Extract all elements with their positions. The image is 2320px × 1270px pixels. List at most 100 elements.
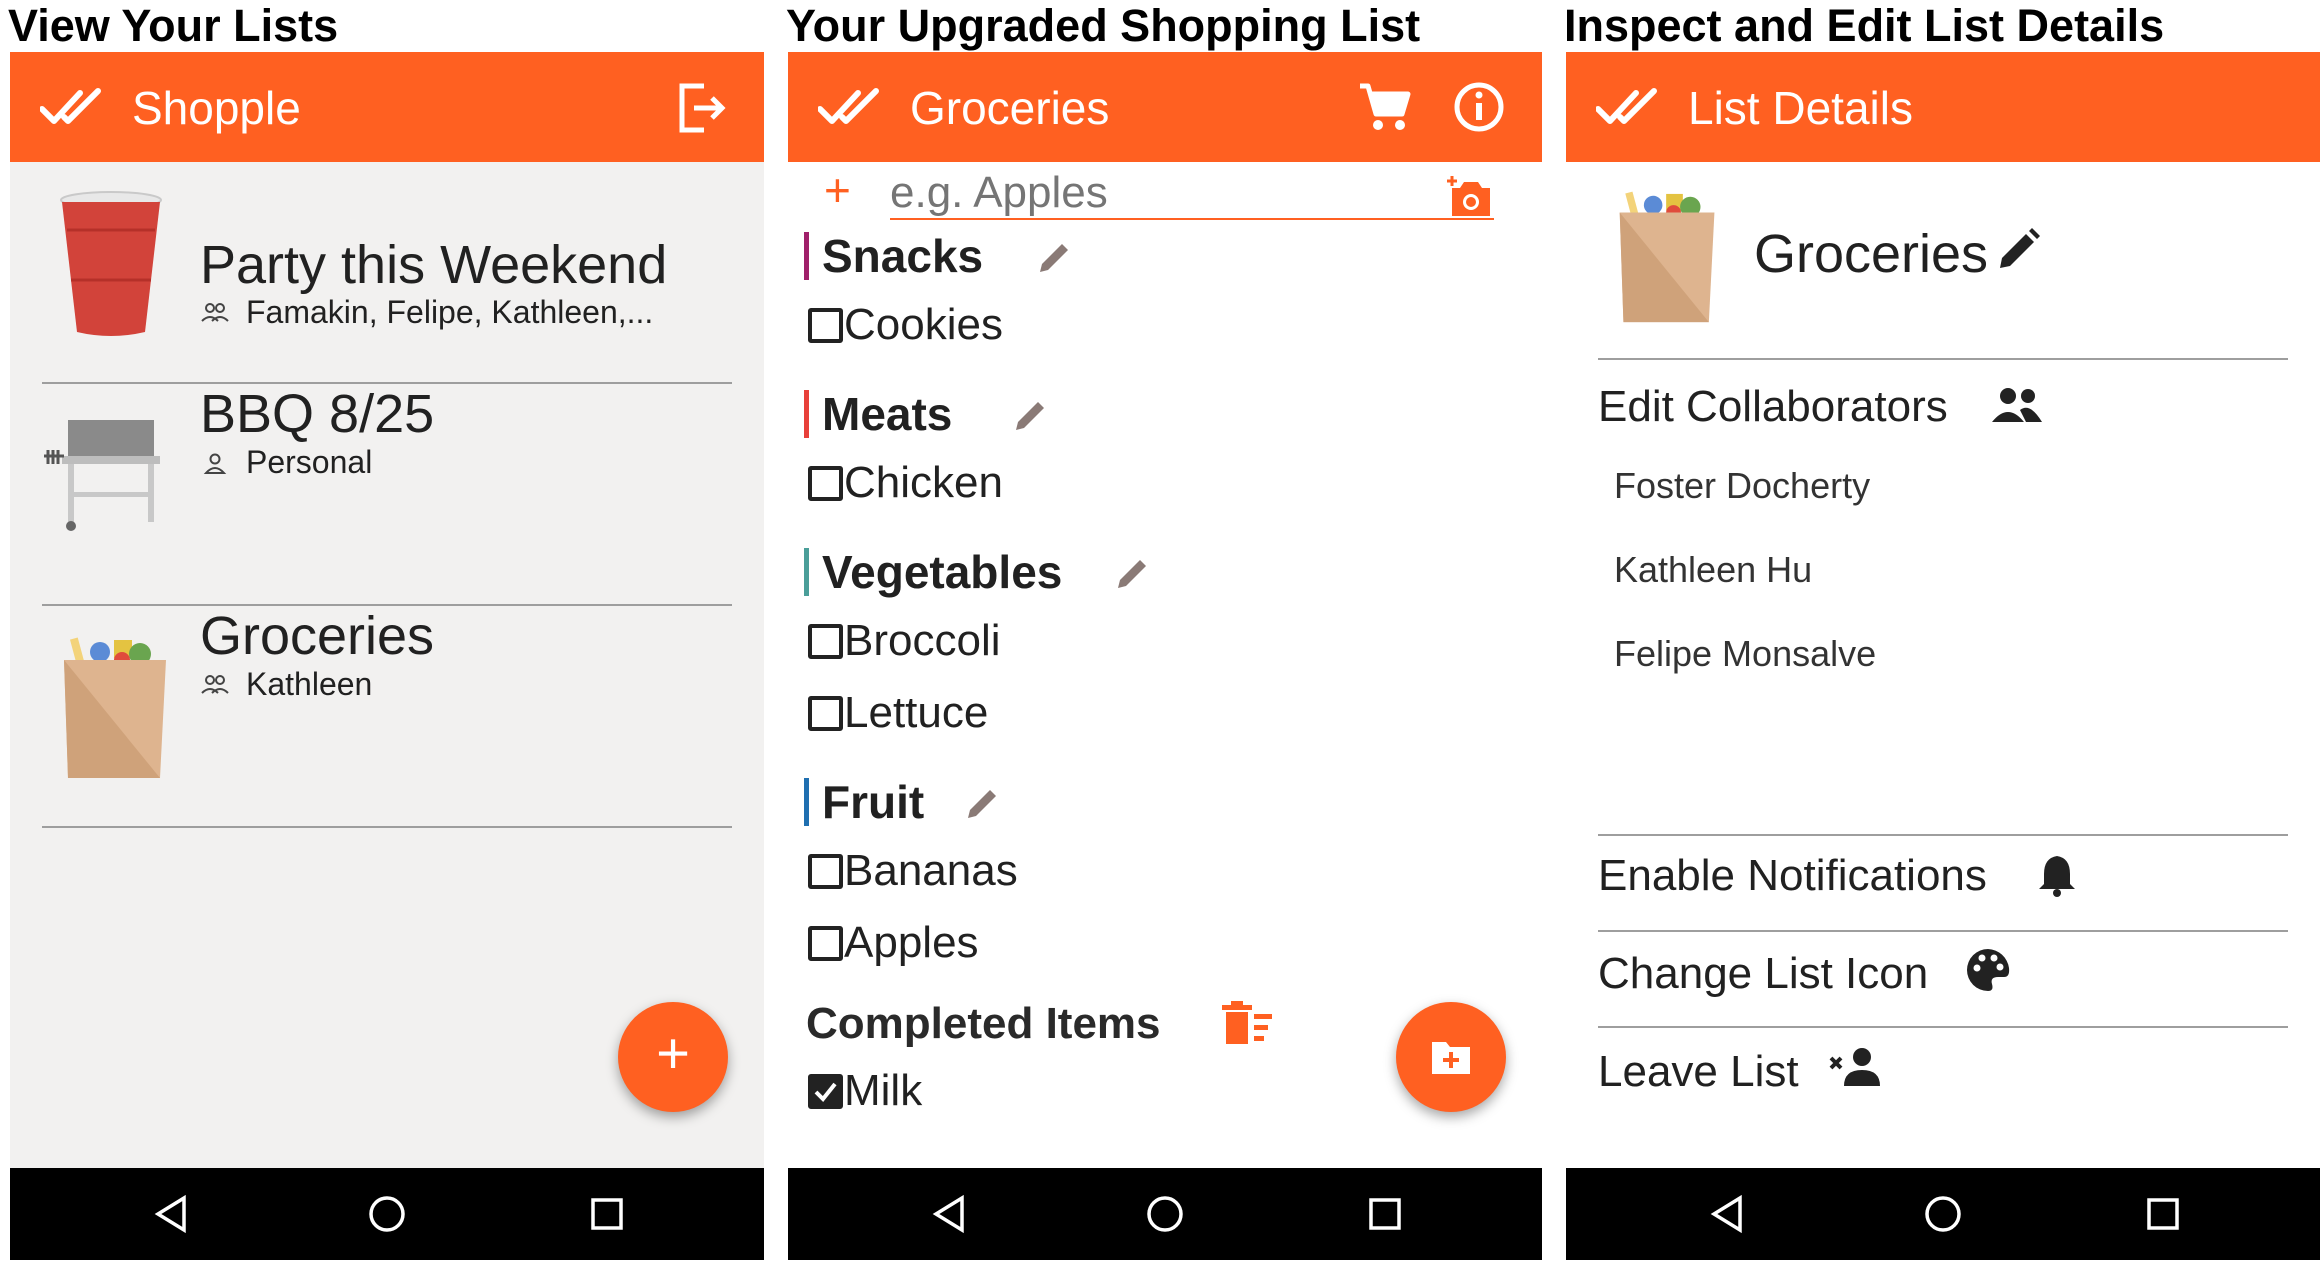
caption-shopping-list: Your Upgraded Shopping List bbox=[786, 0, 1421, 51]
edit-name-pencil-icon[interactable] bbox=[1996, 226, 2042, 272]
app-title: Groceries bbox=[910, 82, 1110, 134]
nav-bar bbox=[788, 1168, 1542, 1260]
screen-shopping-list: Groceries + Snacks Cookies Meats Chicken bbox=[788, 52, 1542, 1260]
group-icon bbox=[201, 303, 229, 322]
list-members: Famakin, Felipe, Kathleen,... bbox=[246, 294, 654, 330]
add-item-input[interactable] bbox=[890, 168, 1494, 220]
app-bar: List Details bbox=[1566, 52, 2320, 162]
add-item-button[interactable]: + bbox=[824, 162, 851, 218]
list-title: BBQ 8/25 bbox=[200, 384, 435, 444]
edit-pencil-icon[interactable] bbox=[964, 784, 1002, 822]
clear-completed-icon[interactable] bbox=[1220, 1000, 1276, 1048]
category-color-bar bbox=[804, 548, 809, 596]
recents-icon[interactable] bbox=[585, 1192, 629, 1236]
double-check-icon bbox=[1596, 88, 1657, 124]
group-icon bbox=[201, 675, 229, 694]
details-body: Groceries Edit Collaborators Foster Doch… bbox=[1566, 162, 2320, 1168]
list-members: Personal bbox=[246, 444, 373, 480]
divider bbox=[1598, 1026, 2288, 1028]
group-edit-icon[interactable] bbox=[1990, 386, 2044, 426]
screen-list-details: List Details Groceries Edit Collaborator… bbox=[1566, 52, 2320, 1260]
red-cup-icon bbox=[60, 191, 162, 336]
add-photo-icon[interactable] bbox=[1446, 174, 1494, 220]
list-item: Broccoli bbox=[844, 616, 1001, 665]
back-icon[interactable] bbox=[1706, 1192, 1750, 1236]
item-checkbox[interactable] bbox=[808, 308, 843, 343]
list-item: Bananas bbox=[844, 846, 1018, 895]
add-list-button[interactable]: + bbox=[618, 1002, 728, 1112]
item-checkbox[interactable] bbox=[808, 854, 843, 889]
divider bbox=[1598, 358, 2288, 360]
category-color-bar bbox=[804, 390, 809, 438]
double-check-icon bbox=[818, 88, 879, 124]
add-folder-icon bbox=[1432, 1042, 1470, 1074]
home-icon[interactable] bbox=[365, 1192, 409, 1236]
grocery-bag-icon[interactable] bbox=[1616, 188, 1720, 328]
logout-icon[interactable] bbox=[674, 80, 730, 136]
back-icon[interactable] bbox=[150, 1192, 194, 1236]
lists-body: Party this Weekend Famakin, Felipe, Kath… bbox=[10, 162, 764, 1168]
list-item: Cookies bbox=[844, 300, 1003, 349]
double-check-icon bbox=[40, 88, 101, 124]
edit-pencil-icon[interactable] bbox=[1114, 554, 1152, 592]
person-icon bbox=[203, 453, 227, 474]
nav-bar bbox=[1566, 1168, 2320, 1260]
edit-collaborators-button[interactable]: Edit Collaborators bbox=[1598, 380, 1948, 434]
recents-icon[interactable] bbox=[1363, 1192, 1407, 1236]
app-title: List Details bbox=[1688, 82, 1913, 134]
list-item: Lettuce bbox=[844, 688, 989, 737]
collaborator-name: Felipe Monsalve bbox=[1614, 633, 1877, 674]
recents-icon[interactable] bbox=[2141, 1192, 2185, 1236]
category-meats: Meats bbox=[822, 388, 953, 440]
app-title: Shopple bbox=[132, 82, 301, 134]
item-checkbox-checked[interactable] bbox=[808, 1074, 843, 1109]
bell-icon[interactable] bbox=[2036, 852, 2078, 898]
item-checkbox[interactable] bbox=[808, 624, 843, 659]
caption-view-lists: View Your Lists bbox=[8, 0, 339, 51]
list-title: Party this Weekend bbox=[200, 235, 668, 295]
list-members: Kathleen bbox=[246, 666, 373, 702]
grill-icon bbox=[44, 420, 160, 531]
nav-bar bbox=[10, 1168, 764, 1260]
enable-notifications-button[interactable]: Enable Notifications bbox=[1598, 848, 1987, 904]
info-icon[interactable] bbox=[1452, 80, 1506, 134]
item-checkbox[interactable] bbox=[808, 926, 843, 961]
change-list-icon-button[interactable]: Change List Icon bbox=[1598, 946, 1928, 1002]
list-name: Groceries bbox=[1754, 224, 1989, 284]
item-checkbox[interactable] bbox=[808, 466, 843, 501]
plus-icon: + bbox=[656, 1021, 690, 1086]
completed-item: Milk bbox=[844, 1066, 923, 1115]
divider bbox=[42, 826, 732, 828]
item-checkbox[interactable] bbox=[808, 696, 843, 731]
list-item-party[interactable]: Party this Weekend Famakin, Felipe, Kath… bbox=[10, 162, 764, 382]
list-item: Chicken bbox=[844, 458, 1003, 507]
collaborator-name: Kathleen Hu bbox=[1614, 549, 1813, 590]
category-color-bar bbox=[804, 232, 809, 280]
add-category-button[interactable] bbox=[1396, 1002, 1506, 1112]
category-vegetables: Vegetables bbox=[822, 546, 1063, 598]
caption-list-details: Inspect and Edit List Details bbox=[1564, 0, 2165, 51]
home-icon[interactable] bbox=[1921, 1192, 1965, 1236]
back-icon[interactable] bbox=[928, 1192, 972, 1236]
palette-icon[interactable] bbox=[1964, 946, 2012, 994]
divider bbox=[1598, 930, 2288, 932]
collaborator-name: Foster Docherty bbox=[1614, 465, 1871, 506]
check-icon bbox=[814, 1082, 837, 1102]
shopping-list-body: + Snacks Cookies Meats Chicken Vegetable… bbox=[788, 162, 1542, 1168]
list-item-bbq[interactable]: BBQ 8/25 Personal bbox=[10, 384, 764, 604]
edit-pencil-icon[interactable] bbox=[1012, 396, 1050, 434]
completed-items-header: Completed Items bbox=[806, 999, 1161, 1048]
divider bbox=[1598, 834, 2288, 836]
edit-pencil-icon[interactable] bbox=[1036, 238, 1074, 276]
remove-person-icon[interactable] bbox=[1828, 1046, 1882, 1090]
grocery-bag-icon bbox=[64, 637, 166, 778]
app-bar: Shopple bbox=[10, 52, 764, 162]
category-fruit: Fruit bbox=[822, 776, 925, 828]
home-icon[interactable] bbox=[1143, 1192, 1187, 1236]
leave-list-button[interactable]: Leave List bbox=[1598, 1044, 1799, 1100]
list-item-groceries[interactable]: Groceries Kathleen bbox=[10, 606, 764, 826]
category-snacks: Snacks bbox=[822, 230, 984, 282]
screen-lists: Shopple Party this Weekend Famakin, Feli… bbox=[10, 52, 764, 1260]
cart-icon[interactable] bbox=[1358, 80, 1412, 134]
category-color-bar bbox=[804, 778, 809, 826]
